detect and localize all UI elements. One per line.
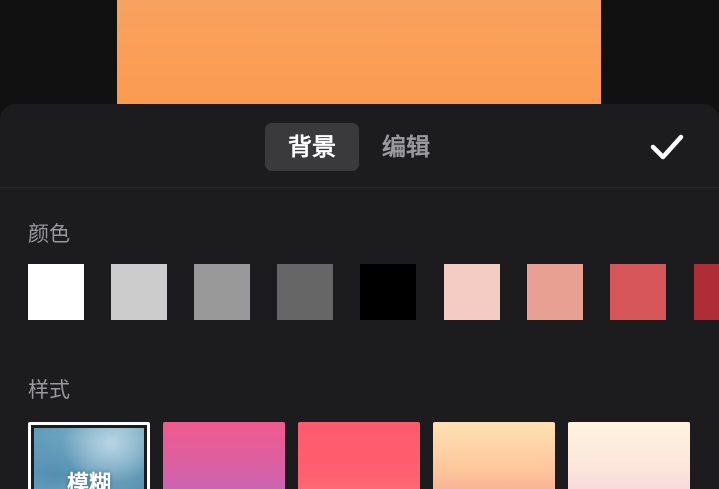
color-swatch[interactable] — [610, 264, 666, 320]
style-row: 模糊 — [0, 422, 719, 489]
confirm-button[interactable] — [648, 128, 686, 166]
color-swatch[interactable] — [527, 264, 583, 320]
style-section-label: 样式 — [28, 378, 70, 402]
color-swatch[interactable] — [360, 264, 416, 320]
tab-bar: 背景 编辑 — [0, 104, 719, 188]
color-section-label: 颜色 — [28, 222, 70, 246]
color-swatch[interactable] — [694, 264, 719, 320]
color-swatch[interactable] — [277, 264, 333, 320]
blur-preview: 模糊 — [34, 428, 144, 489]
tab-edit[interactable]: 编辑 — [362, 123, 450, 171]
color-swatch[interactable] — [194, 264, 250, 320]
color-swatch[interactable] — [28, 264, 84, 320]
color-swatch[interactable] — [444, 264, 500, 320]
color-swatch-row — [0, 264, 719, 320]
style-card[interactable] — [298, 422, 420, 489]
tab-background[interactable]: 背景 — [265, 123, 359, 171]
check-icon — [650, 134, 684, 160]
style-card[interactable] — [163, 422, 285, 489]
screen: 背景 编辑 颜色 样式 模糊 — [0, 0, 719, 489]
style-card[interactable] — [433, 422, 555, 489]
preview-canvas — [117, 0, 601, 112]
style-card-blur[interactable]: 模糊 — [28, 422, 150, 489]
background-panel: 背景 编辑 颜色 样式 模糊 — [0, 104, 719, 489]
style-card-label: 模糊 — [66, 472, 111, 489]
color-swatch[interactable] — [111, 264, 167, 320]
style-card[interactable] — [568, 422, 690, 489]
